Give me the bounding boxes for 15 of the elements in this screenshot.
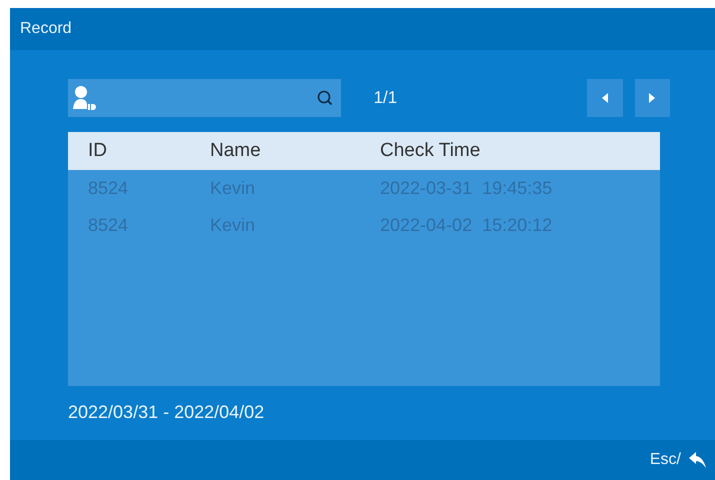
esc-hint: Esc/ xyxy=(650,451,681,469)
window-title: Record xyxy=(20,20,72,38)
column-header: Name xyxy=(210,140,262,162)
page-counter: 1/1 xyxy=(374,88,398,108)
search-icon[interactable] xyxy=(316,90,333,106)
user-id-icon xyxy=(72,85,96,111)
previous-page-button[interactable] xyxy=(587,79,623,117)
column-header: Check Time xyxy=(380,140,482,162)
right-triangle-icon xyxy=(648,92,656,104)
next-page-button[interactable] xyxy=(634,79,670,117)
return-arrow-icon[interactable] xyxy=(687,450,707,470)
left-triangle-icon xyxy=(600,92,609,104)
column-header: ID xyxy=(88,140,108,162)
search-field[interactable] xyxy=(68,79,341,117)
date-range: 2022/03/31 - 2022/04/02 xyxy=(68,402,266,423)
